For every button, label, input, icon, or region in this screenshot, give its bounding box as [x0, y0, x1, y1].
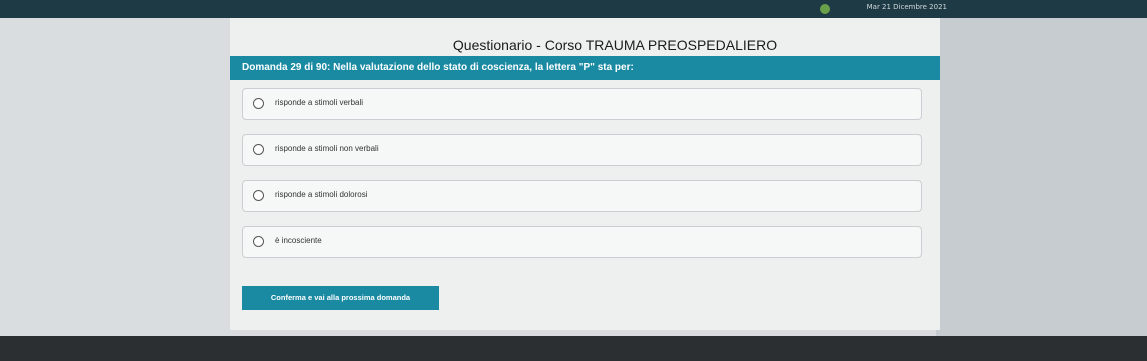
quiz-card: Questionario - Corso TRAUMA PREOSPEDALIE…: [230, 18, 940, 330]
answer-options: risponde a stimoli verbali risponde a st…: [242, 88, 922, 272]
radio-icon[interactable]: [253, 98, 264, 109]
radio-icon[interactable]: [253, 190, 264, 201]
screen-bezel: [0, 336, 1147, 361]
answer-label: è incosciente: [275, 236, 322, 245]
answer-label: risponde a stimoli non verbali: [275, 144, 379, 153]
question-text: Domanda 29 di 90: Nella valutazione dell…: [230, 56, 940, 80]
answer-option-3[interactable]: risponde a stimoli dolorosi: [242, 180, 922, 212]
page-title: Questionario - Corso TRAUMA PREOSPEDALIE…: [452, 37, 778, 53]
confirm-next-button[interactable]: Conferma e vai alla prossima domanda: [242, 286, 439, 310]
status-indicator-icon: [820, 4, 830, 14]
background-panel: [936, 18, 1147, 336]
os-taskbar: Mar 21 Dicembre 2021: [0, 0, 1147, 18]
clock-date: Mar 21 Dicembre 2021: [866, 3, 947, 11]
answer-option-2[interactable]: risponde a stimoli non verbali: [242, 134, 922, 166]
answer-option-1[interactable]: risponde a stimoli verbali: [242, 88, 922, 120]
radio-icon[interactable]: [253, 236, 264, 247]
answer-label: risponde a stimoli dolorosi: [275, 190, 368, 199]
answer-label: risponde a stimoli verbali: [275, 98, 364, 107]
answer-option-4[interactable]: è incosciente: [242, 226, 922, 258]
radio-icon[interactable]: [253, 144, 264, 155]
